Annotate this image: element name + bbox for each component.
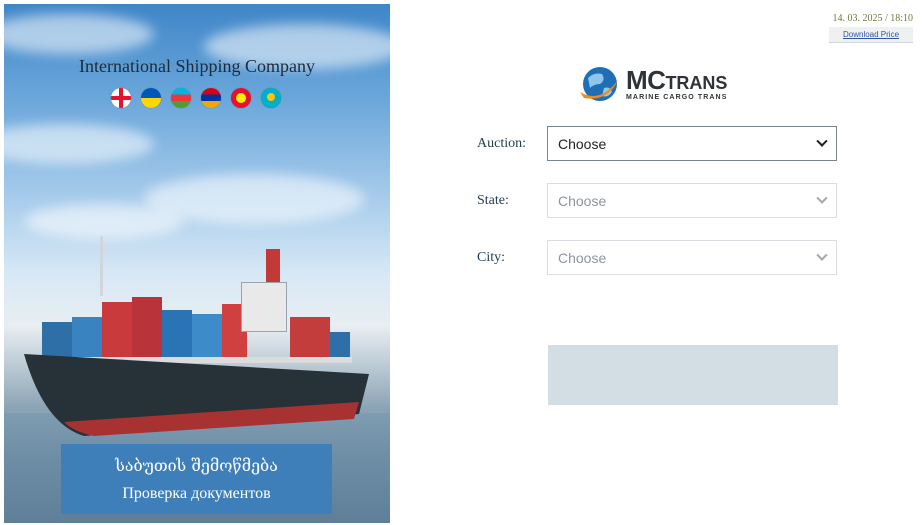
state-select[interactable]: Choose [547, 183, 837, 218]
logo-main-small: TRANS [665, 73, 728, 93]
city-row: City: Choose [477, 240, 837, 275]
ship-bridge [241, 282, 287, 332]
city-select[interactable]: Choose [547, 240, 837, 275]
cloud [4, 14, 154, 54]
state-label: State: [477, 192, 509, 208]
auction-select[interactable]: Choose [547, 126, 837, 161]
state-row: State: Choose [477, 183, 837, 218]
logo-main-big: MC [626, 65, 666, 95]
document-check-georgian-label: საბუთის შემოწმება [115, 455, 278, 475]
document-check-button[interactable]: საბუთის შემოწმება Проверка документов [61, 444, 332, 514]
ship-hull [24, 354, 369, 436]
hero-image-panel: International Shipping Company საბუთის შ… [4, 4, 390, 523]
logo[interactable]: MCTRANS MARINE CARGO TRANS [578, 62, 738, 106]
georgia-flag-icon[interactable] [111, 88, 131, 108]
city-label: City: [477, 249, 506, 265]
chevron-down-icon [816, 135, 828, 147]
ship-funnel [266, 249, 280, 285]
chevron-down-icon [816, 249, 828, 261]
document-check-russian-label: Проверка документов [122, 484, 271, 502]
globe-icon [578, 62, 622, 106]
ukraine-flag-icon[interactable] [141, 88, 161, 108]
kazakhstan-flag-icon[interactable] [261, 88, 281, 108]
flag-list [111, 88, 281, 108]
download-price-button[interactable]: Download Price [829, 27, 913, 43]
auction-label: Auction: [477, 135, 526, 151]
cloud [4, 124, 154, 164]
datetime-stamp: 14. 03. 2025 / 18:10 [832, 13, 913, 24]
auction-row: Auction: Choose [477, 126, 837, 161]
armenia-flag-icon[interactable] [201, 88, 221, 108]
state-select-value: Choose [558, 192, 607, 209]
cloud [24, 204, 184, 239]
chevron-down-icon [816, 192, 828, 204]
ship-mast [100, 236, 103, 296]
hero-title: International Shipping Company [79, 56, 315, 76]
price-result-box [548, 345, 838, 405]
azerbaijan-flag-icon[interactable] [171, 88, 191, 108]
kyrgyzstan-flag-icon[interactable] [231, 88, 251, 108]
logo-text: MCTRANS MARINE CARGO TRANS [626, 67, 727, 101]
auction-select-value: Choose [558, 135, 607, 152]
logo-subtitle: MARINE CARGO TRANS [626, 94, 728, 101]
city-select-value: Choose [558, 249, 607, 266]
